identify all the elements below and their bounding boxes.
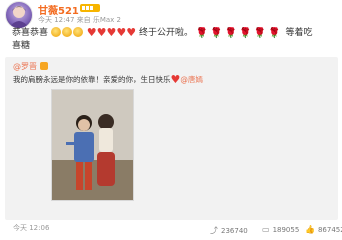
smile-emoji-group bbox=[50, 27, 84, 38]
heart-emoji-icon: ♥ bbox=[96, 26, 107, 39]
like-button[interactable]: 👍867452 bbox=[305, 225, 342, 234]
repost-photo[interactable] bbox=[51, 89, 134, 201]
rose-emoji-icon: 🌹 bbox=[239, 28, 252, 39]
comment-icon: ▭ bbox=[262, 225, 270, 234]
repost-author[interactable]: @罗晋 bbox=[13, 61, 48, 72]
rose-emoji-icon: 🌹 bbox=[253, 28, 267, 39]
smile-emoji-icon bbox=[61, 27, 72, 37]
user-avatar[interactable] bbox=[5, 1, 33, 29]
heart-emoji-icon: ♥ bbox=[106, 26, 117, 39]
share-button[interactable]: ⤴ 236740 bbox=[210, 225, 248, 236]
repost-text: 我的肩膀永远是你的依靠！亲爱的你，生日快乐♥@唐嫣 bbox=[13, 74, 203, 85]
comment-count: 189055 bbox=[272, 226, 300, 234]
rose-emoji-icon: 🌹 bbox=[210, 28, 223, 39]
share-icon: ⤴ bbox=[210, 226, 218, 235]
post-stats-bar: ⤴236740 ▭189055 👍867452 bbox=[0, 220, 342, 240]
smile-emoji-icon bbox=[50, 27, 61, 37]
like-icon: 👍 bbox=[305, 225, 315, 234]
heart-emoji-icon: ♥ bbox=[116, 26, 127, 39]
post-content: 恭喜恭喜 ♥♥♥♥♥ 终于公开啦。 🌹 🌹 🌹 🌹 🌹 🌹 等着吃 喜糖 bbox=[12, 27, 337, 55]
repost-card[interactable]: @罗晋 我的肩膀永远是你的依靠！亲爱的你，生日快乐♥@唐嫣 今天 12:06 bbox=[5, 57, 338, 232]
rose-emoji-group: 🌹 🌹 🌹 🌹 🌹 🌹 bbox=[195, 28, 283, 39]
vip-badge-icon bbox=[80, 4, 100, 12]
post-text-suffix-2: 喜糖 bbox=[12, 41, 31, 51]
rose-emoji-icon: 🌹 bbox=[268, 28, 281, 39]
post-text-middle: 终于公开啦。 bbox=[139, 28, 194, 38]
post-header: 甘薇521 今天 12:47 来自 乐Max 2 bbox=[0, 0, 342, 29]
share-count: 236740 bbox=[221, 227, 248, 235]
heart-emoji-icon: ♥ bbox=[126, 26, 137, 39]
smile-emoji-icon bbox=[72, 27, 83, 37]
rose-emoji-icon: 🌹 bbox=[224, 28, 238, 39]
verified-badge-icon bbox=[40, 62, 48, 70]
post-text-suffix: 等着吃 bbox=[285, 28, 313, 38]
repost-text-main: 我的肩膀永远是你的依靠！亲爱的你，生日快乐 bbox=[13, 75, 171, 84]
post-meta: 今天 12:47 来自 乐Max 2 bbox=[38, 16, 121, 24]
post-text-prefix: 恭喜恭喜 bbox=[12, 28, 49, 38]
rose-emoji-icon: 🌹 bbox=[195, 28, 209, 39]
heart-emoji-icon: ♥ bbox=[86, 26, 97, 39]
repost-mention[interactable]: @唐嫣 bbox=[180, 75, 203, 84]
like-count: 867452 bbox=[317, 226, 342, 234]
comment-button[interactable]: ▭ 189055 bbox=[262, 225, 299, 234]
heart-emoji-group: ♥♥♥♥♥ bbox=[86, 26, 137, 39]
heart-icon: ♥ bbox=[170, 73, 181, 86]
